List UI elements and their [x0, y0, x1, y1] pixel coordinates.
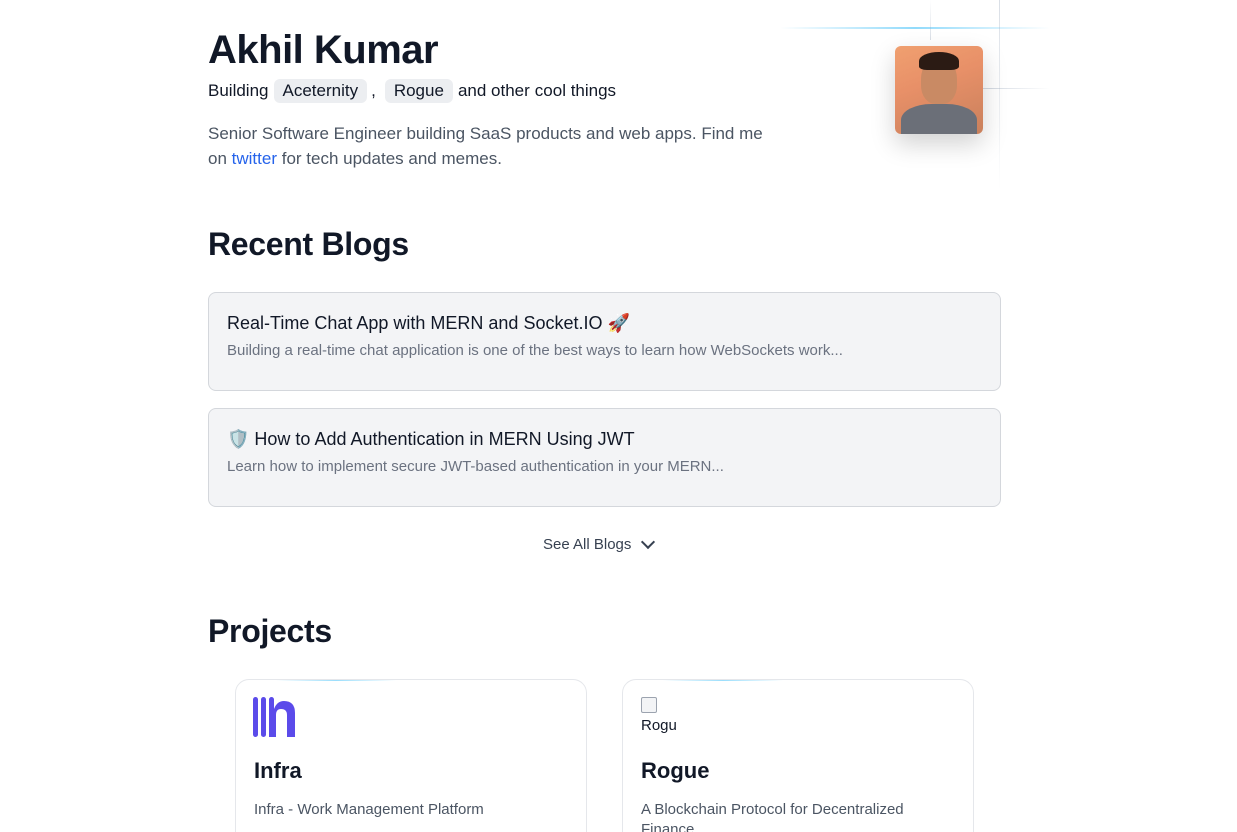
blog-title: 🛡️ How to Add Authentication in MERN Usi…: [227, 429, 635, 449]
see-all-label: See All Blogs: [543, 536, 632, 553]
project-title: Infra: [254, 758, 302, 783]
project-title: Rogue: [641, 758, 710, 783]
decorative-grid-line: [999, 0, 1000, 190]
chevron-down-icon: [641, 534, 656, 549]
decorative-grid-line: [930, 0, 931, 40]
blog-description: Learn how to implement secure JWT-based …: [227, 458, 724, 475]
avatar: [895, 46, 983, 134]
image-alt-text: Rogu: [641, 717, 677, 734]
project-card-rogue[interactable]: Rogu Rogue A Blockchain Protocol for Dec…: [622, 679, 974, 832]
twitter-link[interactable]: twitter: [232, 149, 277, 168]
blog-card[interactable]: Real-Time Chat App with MERN and Socket.…: [208, 292, 1001, 391]
project-card-infra[interactable]: Infra Infra - Work Management Platform: [235, 679, 587, 832]
project-description: Infra - Work Management Platform: [254, 801, 484, 818]
blog-card[interactable]: 🛡️ How to Add Authentication in MERN Usi…: [208, 408, 1001, 507]
tagline-prefix: Building: [208, 81, 269, 100]
infra-logo-icon: [253, 697, 295, 737]
bio-text-end: for tech updates and memes.: [281, 149, 502, 168]
see-all-blogs-button[interactable]: See All Blogs: [543, 534, 656, 553]
tagline-cool-things: cool things: [534, 81, 617, 100]
blog-title: Real-Time Chat App with MERN and Socket.…: [227, 313, 630, 333]
projects-heading: Projects: [208, 613, 332, 649]
recent-blogs-heading: Recent Blogs: [208, 226, 409, 262]
broken-image-icon: [641, 697, 657, 713]
rogue-logo-image: Rogu: [641, 697, 681, 737]
profile-bio: Senior Software Engineer building SaaS p…: [208, 121, 768, 171]
profile-name: Akhil Kumar: [208, 28, 439, 72]
decorative-glow-line: [780, 27, 1050, 29]
tagline-and-other: and other: [457, 81, 530, 100]
aceternity-chip[interactable]: Aceternity: [273, 79, 368, 103]
tagline-separator: ,: [371, 81, 376, 100]
blog-description: Building a real-time chat application is…: [227, 342, 843, 359]
rogue-chip[interactable]: Rogue: [384, 79, 453, 103]
project-description: A Blockchain Protocol for Decentralized …: [641, 801, 904, 832]
profile-tagline: Building Aceternity , Rogue and other co…: [208, 79, 616, 103]
